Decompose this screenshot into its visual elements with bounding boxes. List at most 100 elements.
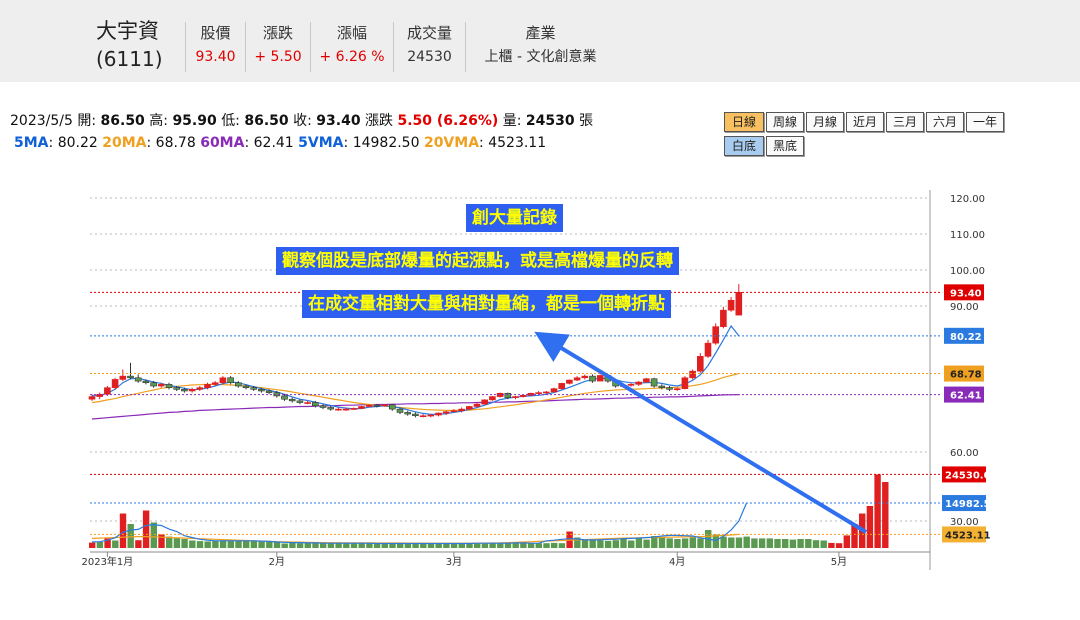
candle-body [188,389,196,392]
volume-bar [820,540,827,548]
candle-body [396,408,404,413]
x-tick-label: 3月 [446,556,462,568]
candle-body [204,384,211,388]
price-tick-label: 110.00 [950,230,985,241]
candle-body [211,382,219,385]
volume-bar [112,540,119,548]
volume-bar [843,535,850,548]
volume-bar [543,543,550,548]
annotation-turning-point: 在成交量相對大量與相對量縮，都是一個轉折點 [302,290,671,318]
candle-body [650,378,658,387]
candle-body [365,404,373,407]
volume-bar [720,536,727,548]
volume-bar [366,543,373,548]
candle-body [419,415,427,418]
candle-body [666,387,673,390]
candle-body [681,377,689,389]
volume-bar [327,543,335,548]
volume-marker-label: 4523.11 [945,530,991,541]
candle-body [196,387,204,390]
volume-bar [697,538,704,548]
price-tick-label: 100.00 [950,266,985,277]
candle-body [173,387,180,390]
candle-body [535,392,542,394]
candle-body [581,375,589,379]
volume-bar [866,506,874,548]
volume-bar [166,536,173,548]
volume-bar [628,540,635,548]
volume-bar [320,543,327,548]
volume-bar [789,539,797,548]
candle-body [412,413,419,417]
annotation-record-volume: 創大量記錄 [466,204,563,232]
volume-bar [497,543,504,548]
volume-bar [805,539,812,548]
volume-bar [581,539,589,548]
volume-bar [520,542,527,548]
volume-bar [643,539,650,548]
volume-bar [535,543,542,548]
volume-bar [728,537,735,548]
candle-body [573,377,581,381]
volume-bar [828,542,835,548]
candle-body [311,402,319,407]
candle-body [627,384,635,386]
price-marker-label: 93.40 [950,288,982,299]
volume-bar [597,540,604,548]
volume-bar [350,543,358,548]
volume-bar [612,540,619,548]
candle-body [658,385,666,388]
candle-body [727,299,735,311]
candle-body [227,377,234,384]
volume-marker-label: 14982.50 [945,499,998,510]
candle-body [589,375,596,382]
annotation-observe: 觀察個股是底部爆量的起漲點，或是高檔爆量的反轉 [276,247,679,275]
candle-body [704,342,712,357]
price-tick-label: 50.00 [950,0,979,3]
candle-body [327,407,335,410]
candle-body [696,356,704,372]
volume-bar [281,543,288,548]
candle-body [119,375,127,380]
candle-body [358,406,365,409]
volume-bar [389,543,396,548]
candle-body [181,389,188,392]
candle-body [435,412,442,416]
candle-body [150,382,157,387]
volume-marker-label: 24530.00 [945,470,998,481]
candle-body [281,395,288,400]
ma20-line [91,373,739,411]
candle-body [158,384,165,387]
volume-bar [189,540,196,548]
volume-bar [504,543,512,548]
price-tick-label: 90.00 [950,302,979,313]
volume-bar [212,540,219,548]
candle-body [350,408,358,410]
volume-bar [450,543,458,548]
volume-bar [589,540,596,548]
volume-bar [797,539,804,548]
volume-bar [227,541,234,548]
candle-body [335,408,342,411]
candle-body [458,408,465,412]
volume-bar [512,542,519,548]
volume-bar [489,543,496,548]
candle-body [342,408,350,411]
volume-bar [689,537,696,548]
volume-bar [427,543,435,548]
volume-bar [558,543,566,548]
volume-bar [89,542,96,548]
candle-body [465,406,473,410]
candle-body [566,379,573,384]
volume-bar [296,543,304,548]
volume-bar [135,540,142,548]
price-marker-label: 80.22 [950,332,982,343]
candle-body [542,391,550,394]
volume-bar [443,543,450,548]
volume-bar [119,513,127,548]
candle-body [381,404,388,407]
candle-body [165,384,173,388]
x-tick-label: 4月 [669,556,685,568]
candle-body [596,375,604,382]
candle-body [558,383,566,389]
